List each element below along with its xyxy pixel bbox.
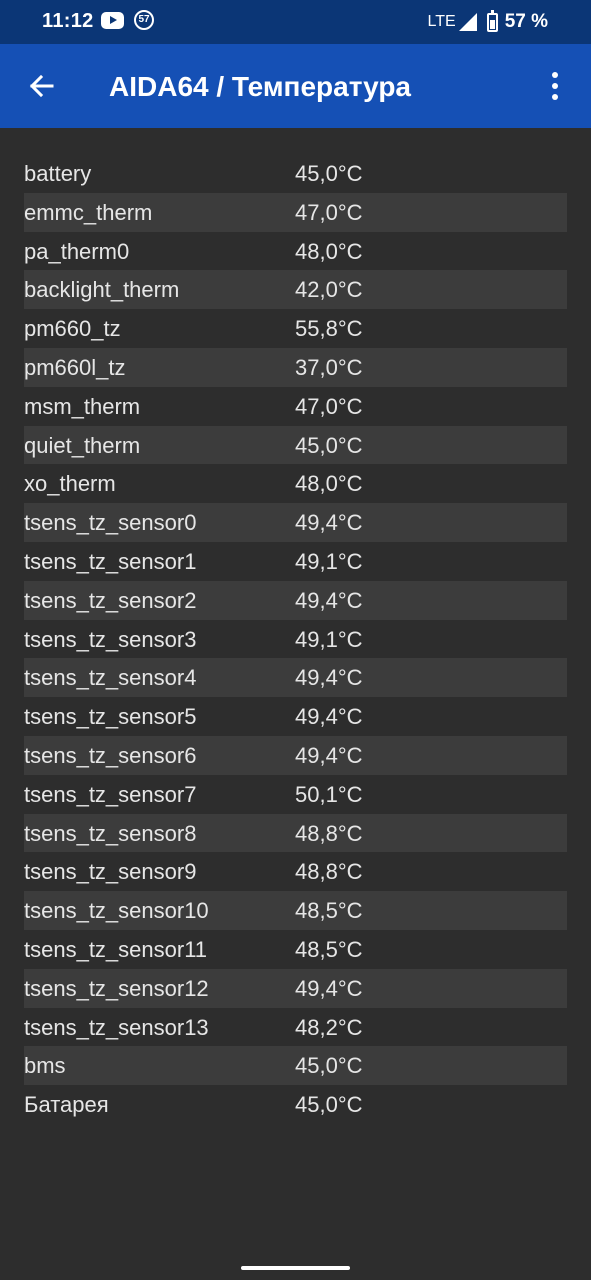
table-row: quiet_therm 45,0°C: [24, 425, 567, 465]
sensor-name: pm660l_tz: [24, 354, 126, 380]
sensor-value: 48,0°C: [295, 238, 363, 264]
sensor-name: tsens_tz_sensor8: [24, 820, 197, 846]
sensor-value: 50,1°C: [295, 781, 363, 807]
sensor-value: 48,8°C: [295, 859, 363, 885]
notification-badge-icon: 57: [134, 10, 154, 30]
sensor-name: tsens_tz_sensor12: [24, 975, 209, 1001]
sensor-value: 47,0°C: [295, 393, 363, 419]
table-row: tsens_tz_sensor9 48,8°C: [24, 852, 567, 891]
table-row: tsens_tz_sensor7 50,1°C: [24, 775, 567, 814]
sensor-value: 48,5°C: [295, 936, 363, 962]
sensor-name: tsens_tz_sensor10: [24, 898, 209, 924]
sensor-name: tsens_tz_sensor2: [24, 587, 197, 613]
sensor-value: 55,8°C: [295, 316, 363, 342]
sensor-value: 45,0°C: [295, 1092, 363, 1118]
sensor-name: tsens_tz_sensor9: [24, 859, 197, 885]
table-row: msm_therm 47,0°C: [24, 387, 567, 426]
sensor-name: bms: [24, 1053, 66, 1079]
sensor-value: 48,5°C: [295, 898, 363, 924]
sensor-value: 48,2°C: [295, 1014, 363, 1040]
sensor-value: 45,0°C: [295, 432, 363, 458]
sensor-name: emmc_therm: [24, 199, 153, 225]
table-row: tsens_tz_sensor12 49,4°C: [24, 968, 567, 1008]
sensor-value: 49,4°C: [295, 665, 363, 691]
sensor-value: 37,0°C: [295, 354, 363, 380]
battery-charging-icon: [486, 9, 498, 32]
more-options-button[interactable]: [537, 68, 573, 104]
sensor-name: tsens_tz_sensor11: [24, 936, 208, 962]
sensor-name: tsens_tz_sensor3: [24, 626, 197, 652]
sensor-value: 49,4°C: [295, 975, 363, 1001]
sensor-name: tsens_tz_sensor7: [24, 781, 197, 807]
table-row: bms 45,0°C: [24, 1046, 567, 1086]
sensor-name: Батарея: [24, 1092, 109, 1118]
table-row: tsens_tz_sensor8 48,8°C: [24, 813, 567, 853]
page-title: AIDA64 / Температура: [109, 71, 411, 102]
sensor-value: 49,4°C: [295, 742, 363, 768]
sensor-value: 47,0°C: [295, 199, 363, 225]
sensor-name: tsens_tz_sensor0: [24, 510, 197, 536]
sensor-name: quiet_therm: [24, 432, 141, 458]
status-time: 11:12: [42, 10, 94, 32]
sensor-value: 42,0°C: [295, 277, 363, 303]
back-button[interactable]: [22, 66, 62, 106]
home-indicator[interactable]: [241, 1266, 350, 1270]
table-row: tsens_tz_sensor2 49,4°C: [24, 580, 567, 620]
more-vert-icon: [552, 72, 558, 100]
table-row: pm660_tz 55,8°C: [24, 309, 567, 348]
table-row: Батарея 45,0°C: [24, 1085, 567, 1124]
sensor-name: backlight_therm: [24, 277, 180, 303]
app-bar: AIDA64 / Температура: [0, 44, 591, 128]
sensor-list-panel: battery 45,0°C emmc_therm 47,0°C pa_therm0 48…: [0, 128, 591, 1280]
sensor-name: msm_therm: [24, 393, 141, 419]
battery-percent: 57 %: [504, 11, 548, 32]
sensor-value: 49,4°C: [295, 704, 363, 730]
table-row: tsens_tz_sensor5 49,4°C: [24, 697, 567, 736]
table-row: tsens_tz_sensor4 49,4°C: [24, 658, 567, 698]
table-row: tsens_tz_sensor11 48,5°C: [24, 930, 567, 969]
sensor-value: 48,0°C: [295, 471, 363, 497]
status-bar: 11:12 57 LTE 57 %: [0, 0, 591, 44]
sensor-name: tsens_tz_sensor1: [24, 548, 197, 574]
table-row: tsens_tz_sensor1 49,1°C: [24, 542, 567, 581]
table-row: tsens_tz_sensor0 49,4°C: [24, 503, 567, 542]
table-row: tsens_tz_sensor3 49,1°C: [24, 620, 567, 659]
table-row: backlight_therm 42,0°C: [24, 270, 567, 310]
arrow-left-icon: [29, 74, 54, 98]
sensor-name: tsens_tz_sensor13: [24, 1014, 209, 1040]
table-row: pm660l_tz 37,0°C: [24, 347, 567, 387]
table-row: tsens_tz_sensor6 49,4°C: [24, 735, 567, 775]
table-row: xo_therm 48,0°C: [24, 464, 567, 503]
sensor-name: tsens_tz_sensor4: [24, 665, 197, 691]
table-row: tsens_tz_sensor10 48,5°C: [24, 891, 567, 930]
sensor-value: 49,4°C: [295, 587, 363, 613]
sensor-table: battery 45,0°C emmc_therm 47,0°C pa_therm0 48…: [24, 154, 567, 1124]
status-indicators: LTE 57 %: [427, 9, 548, 34]
youtube-icon: [101, 12, 124, 29]
table-row: pa_therm0 48,0°C: [24, 232, 567, 271]
sensor-name: xo_therm: [24, 471, 116, 497]
sensor-name: tsens_tz_sensor6: [24, 742, 197, 768]
sensor-value: 49,1°C: [295, 626, 363, 652]
table-row: battery 45,0°C: [24, 154, 567, 193]
table-row: emmc_therm 47,0°C: [24, 192, 567, 232]
sensor-name: tsens_tz_sensor5: [24, 704, 197, 730]
table-row: tsens_tz_sensor13 48,2°C: [24, 1008, 567, 1047]
sensor-value: 45,0°C: [295, 161, 363, 186]
sensor-name: pm660_tz: [24, 316, 121, 342]
signal-icon: [458, 13, 477, 31]
sensor-name: battery: [24, 161, 92, 186]
sensor-value: 45,0°C: [295, 1053, 363, 1079]
sensor-name: pa_therm0: [24, 238, 130, 264]
sensor-value: 48,8°C: [295, 820, 363, 846]
sensor-value: 49,1°C: [295, 548, 363, 574]
sensor-value: 49,4°C: [295, 510, 363, 536]
network-type: LTE: [427, 13, 456, 30]
